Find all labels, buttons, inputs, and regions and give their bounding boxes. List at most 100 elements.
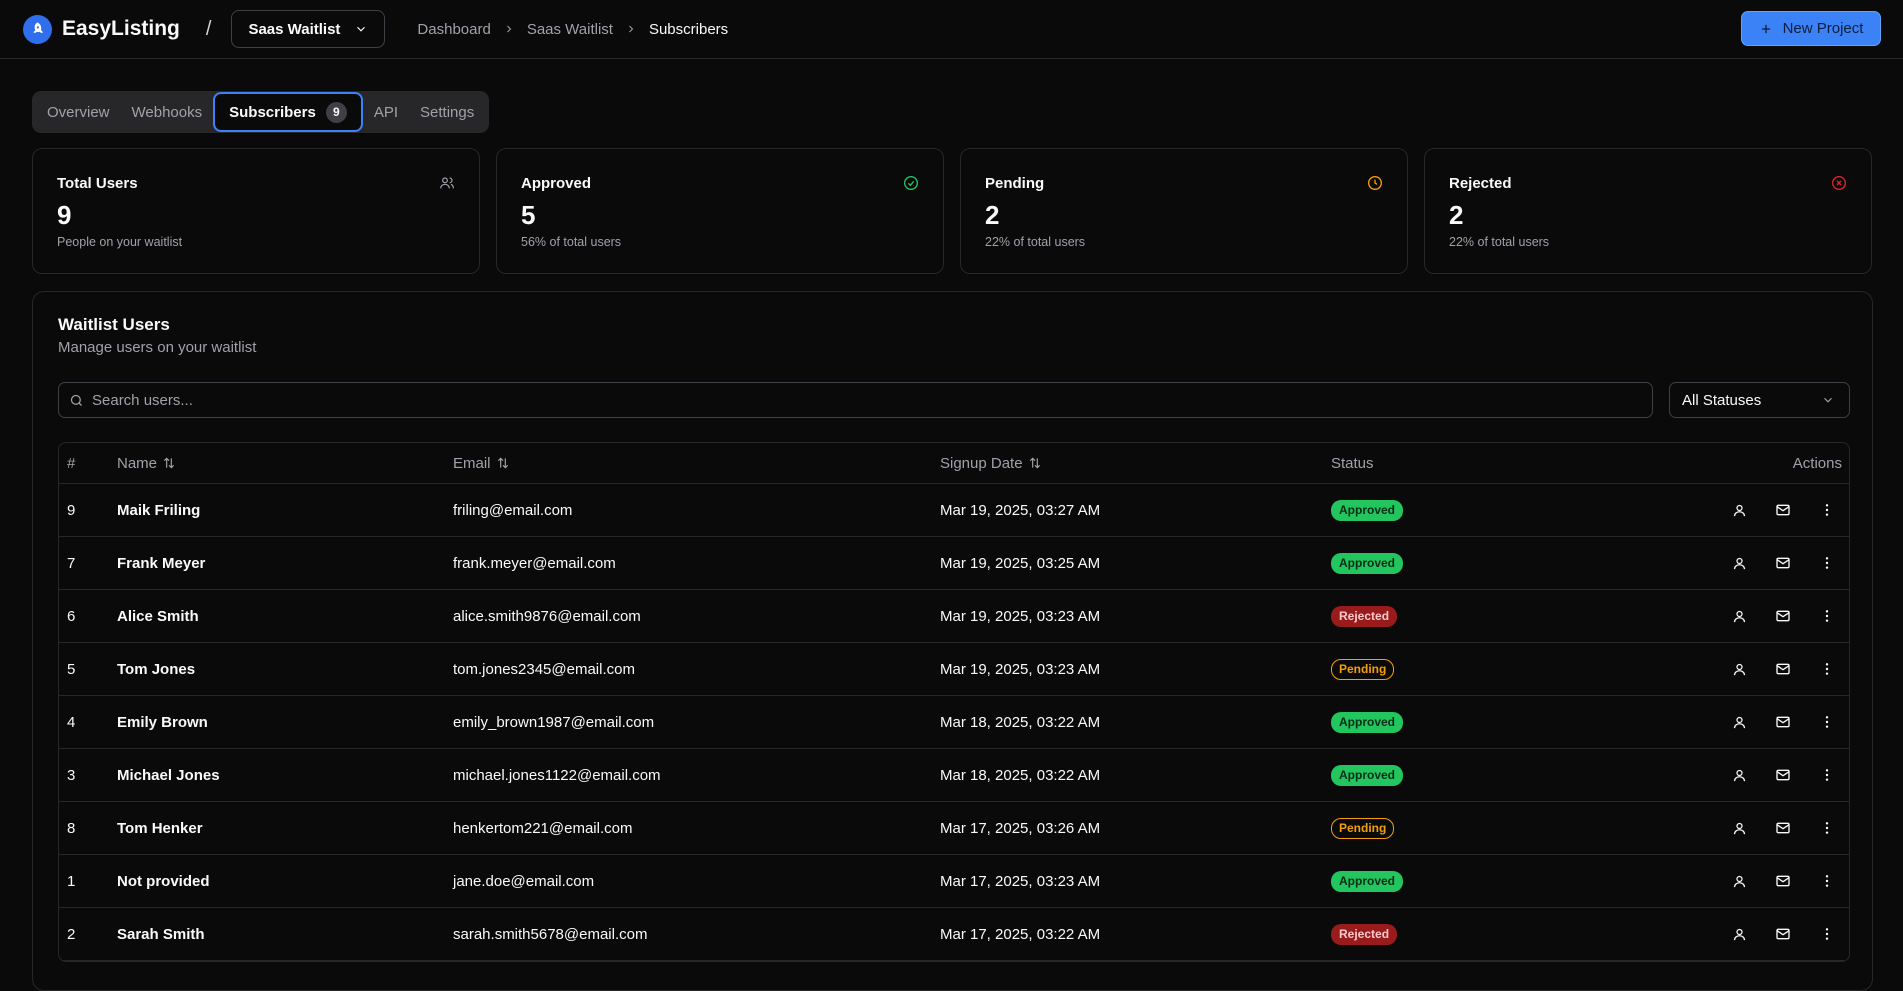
email-user-button[interactable] <box>1775 873 1791 889</box>
tab-overview[interactable]: Overview <box>36 91 121 133</box>
search-field[interactable] <box>58 382 1653 418</box>
table-row: 7 Frank Meyer frank.meyer@email.com Mar … <box>59 537 1849 590</box>
status-cell: Pending <box>1331 817 1395 839</box>
column-header-signup-date[interactable]: Signup Date <box>940 455 1042 472</box>
email-user-button[interactable] <box>1775 820 1791 836</box>
stat-value: 2 <box>985 200 1000 230</box>
column-header-label: Name <box>117 454 158 472</box>
users-table: # Name Email Signup Date Status Actions … <box>58 442 1850 962</box>
users-icon <box>440 177 454 189</box>
clock-icon <box>1368 176 1382 190</box>
sort-icon <box>163 457 175 469</box>
stat-value: 5 <box>521 200 536 230</box>
more-options-button[interactable] <box>1819 608 1835 624</box>
tab-settings[interactable]: Settings <box>409 91 485 133</box>
view-user-button[interactable] <box>1731 926 1747 942</box>
more-options-button[interactable] <box>1819 873 1835 889</box>
more-options-button[interactable] <box>1819 926 1835 942</box>
plus-icon <box>1761 24 1770 33</box>
view-user-button[interactable] <box>1731 714 1747 730</box>
row-number: 9 <box>67 501 76 519</box>
app-name: EasyListing <box>62 17 180 40</box>
signup-date: Mar 17, 2025, 03:23 AM <box>940 872 1101 890</box>
email-user-button[interactable] <box>1775 767 1791 783</box>
tab-count-badge: 9 <box>325 101 347 123</box>
mail-icon <box>1776 663 1790 675</box>
tab-label: Webhooks <box>131 103 203 121</box>
signup-date: Mar 17, 2025, 03:22 AM <box>940 925 1101 943</box>
more-options-button[interactable] <box>1819 502 1835 518</box>
tab-subscribers[interactable]: Subscribers 9 <box>213 92 363 132</box>
view-user-button[interactable] <box>1731 767 1747 783</box>
signup-date: Mar 19, 2025, 03:23 AM <box>940 607 1101 625</box>
table-row: 6 Alice Smith alice.smith9876@email.com … <box>59 590 1849 643</box>
more-vertical-icon <box>1825 716 1829 728</box>
row-number: 2 <box>67 925 76 943</box>
user-icon <box>1733 663 1745 675</box>
breadcrumb-dashboard[interactable]: Dashboard <box>417 21 490 38</box>
chevron-right-icon <box>629 25 634 33</box>
row-actions <box>1731 714 1835 730</box>
view-user-button[interactable] <box>1731 873 1747 889</box>
status-cell: Approved <box>1331 552 1404 574</box>
user-email: emily_brown1987@email.com <box>453 713 655 731</box>
mail-icon <box>1776 557 1790 569</box>
status-filter-select[interactable]: All Statuses <box>1669 382 1850 418</box>
user-icon <box>1733 610 1745 622</box>
project-select-value: Saas Waitlist <box>248 20 341 38</box>
more-vertical-icon <box>1825 663 1829 675</box>
tab-api[interactable]: API <box>363 91 409 133</box>
email-user-button[interactable] <box>1775 661 1791 677</box>
panel-title: Waitlist Users <box>58 315 170 334</box>
view-user-button[interactable] <box>1731 820 1747 836</box>
separator-slash: / <box>205 17 212 40</box>
table-row: 4 Emily Brown emily_brown1987@email.com … <box>59 696 1849 749</box>
user-name: Emily Brown <box>117 713 208 731</box>
column-header-label: Signup Date <box>940 454 1023 472</box>
new-project-button[interactable]: New Project <box>1741 11 1881 46</box>
table-row: 8 Tom Henker henkertom221@email.com Mar … <box>59 802 1849 855</box>
column-header-actions: Actions <box>1792 454 1842 472</box>
status-cell: Pending <box>1331 658 1395 680</box>
email-user-button[interactable] <box>1775 714 1791 730</box>
search-input[interactable] <box>92 391 1592 409</box>
user-icon <box>1733 504 1745 516</box>
more-vertical-icon <box>1825 875 1829 887</box>
column-header-email[interactable]: Email <box>453 455 510 472</box>
chevron-down-icon <box>357 26 366 32</box>
row-actions <box>1731 767 1835 783</box>
signup-date: Mar 17, 2025, 03:26 AM <box>940 819 1101 837</box>
signup-date: Mar 18, 2025, 03:22 AM <box>940 713 1101 731</box>
user-name: Alice Smith <box>117 607 199 625</box>
view-user-button[interactable] <box>1731 608 1747 624</box>
email-user-button[interactable] <box>1775 608 1791 624</box>
email-user-button[interactable] <box>1775 555 1791 571</box>
more-options-button[interactable] <box>1819 767 1835 783</box>
status-badge: Rejected <box>1331 923 1398 945</box>
signup-date: Mar 19, 2025, 03:23 AM <box>940 660 1101 678</box>
app-logo[interactable]: EasyListing <box>23 14 180 44</box>
stat-value: 2 <box>1449 200 1464 230</box>
view-user-button[interactable] <box>1731 555 1747 571</box>
more-options-button[interactable] <box>1819 820 1835 836</box>
column-header-name[interactable]: Name <box>117 455 176 472</box>
project-select[interactable]: Saas Waitlist <box>231 10 386 48</box>
status-filter-value: All Statuses <box>1682 391 1762 409</box>
more-options-button[interactable] <box>1819 714 1835 730</box>
stat-subtitle: People on your waitlist <box>57 235 183 249</box>
column-header-label: Email <box>453 454 491 472</box>
breadcrumb-project[interactable]: Saas Waitlist <box>527 21 613 38</box>
status-cell: Approved <box>1331 764 1404 786</box>
status-badge: Approved <box>1331 870 1404 892</box>
email-user-button[interactable] <box>1775 502 1791 518</box>
stat-title: Approved <box>521 175 592 192</box>
email-user-button[interactable] <box>1775 926 1791 942</box>
table-row: 2 Sarah Smith sarah.smith5678@email.com … <box>59 908 1849 961</box>
more-options-button[interactable] <box>1819 555 1835 571</box>
tab-webhooks[interactable]: Webhooks <box>121 91 214 133</box>
view-user-button[interactable] <box>1731 502 1747 518</box>
status-cell: Rejected <box>1331 923 1398 945</box>
table-row: 1 Not provided jane.doe@email.com Mar 17… <box>59 855 1849 908</box>
view-user-button[interactable] <box>1731 661 1747 677</box>
more-options-button[interactable] <box>1819 661 1835 677</box>
